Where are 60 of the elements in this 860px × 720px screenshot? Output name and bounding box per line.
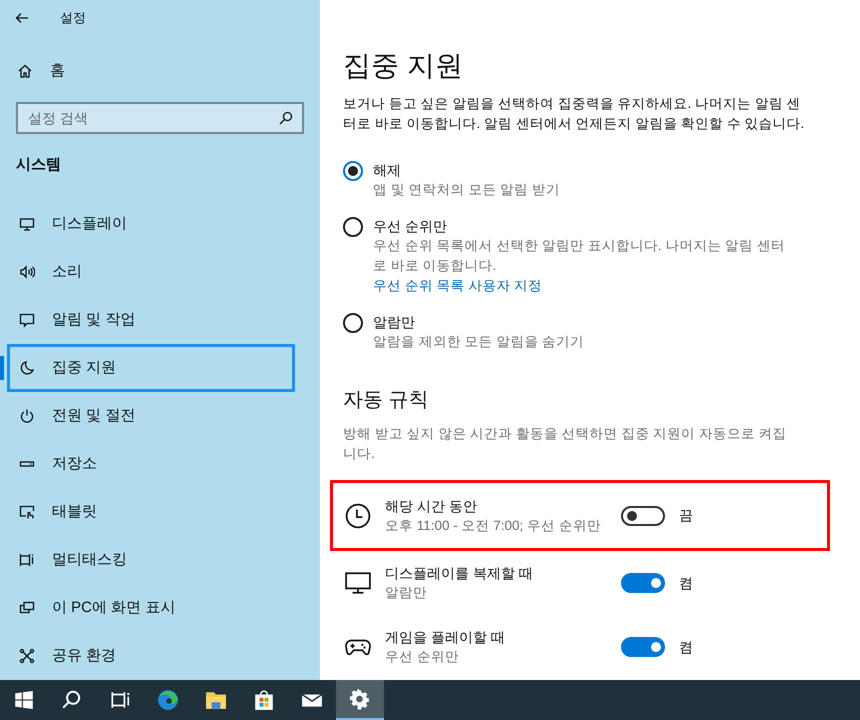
taskbar-button[interactable]: [336, 680, 384, 720]
monitor-icon: [345, 570, 371, 596]
page-description: 보거나 듣고 싶은 알림을 선택하여 집중력을 유지하세요. 나머지는 알림 센터로 바로 이동합니다. 알림 센터에서 언제든지 알림을 확인할 수 있습니다.: [343, 95, 806, 133]
moon-icon: [19, 360, 35, 376]
page-title: 집중 지원: [343, 49, 463, 83]
nav-item[interactable]: 공유 환경: [7, 632, 295, 680]
option-description: 알람을 제외한 모든 알림을 숨기기: [373, 333, 586, 351]
section-heading: 자동 규칙: [343, 388, 429, 413]
section-heading: 시스템: [15, 155, 62, 176]
screen-project-icon: [19, 600, 35, 616]
rule-label: 게임을 플레이할 때: [385, 628, 505, 647]
section-description: 방해 받고 싶지 않은 시간과 활동을 선택하면 집중 지원이 자동으로 켜집니다.: [343, 425, 788, 463]
windows-logo-icon: [13, 689, 35, 711]
power-icon: [19, 408, 35, 424]
nav-item[interactable]: 소리: [7, 248, 295, 296]
tablet-icon: [19, 504, 35, 520]
rule-label: 디스플레이를 복제할 때: [385, 564, 533, 583]
radio-button[interactable]: [343, 313, 363, 333]
shopping-bag-icon: [253, 689, 275, 711]
radio-label: 우선 순위만: [373, 217, 447, 236]
radio-label: 해제: [373, 161, 401, 180]
nav-item[interactable]: 전원 및 절전: [7, 392, 295, 440]
customize-link[interactable]: 우선 순위 목록 사용자 지정: [373, 276, 542, 296]
toggle-switch[interactable]: [621, 506, 665, 526]
nav-item[interactable]: 태블릿: [7, 488, 295, 536]
rule-detail: 우선 순위만: [385, 648, 459, 666]
speaker-icon: [19, 264, 35, 280]
search-icon: [61, 689, 83, 711]
search-icon: [278, 110, 294, 126]
home-icon: [17, 62, 33, 79]
option-description: 앱 및 연락처의 모든 알림 받기: [373, 181, 561, 199]
nav-item[interactable]: 알림 및 작업: [7, 296, 295, 344]
radio-label: 알람만: [373, 313, 415, 332]
monitor-icon: [19, 216, 35, 232]
selection-indicator: [0, 356, 4, 380]
option-description: 우선 순위 목록에서 선택한 알림만 표시합니다. 나머지는 알림 센터로 바로 이동합니다.: [373, 237, 786, 275]
network-icon: [19, 648, 35, 664]
nav-item[interactable]: 집중 지원: [7, 344, 295, 392]
nav-item[interactable]: 멀티태스킹: [7, 536, 295, 584]
browser-icon: [157, 689, 179, 711]
rule-detail: 알람만: [385, 584, 427, 602]
gear-icon: [349, 688, 371, 710]
toggle-state: 끔: [679, 506, 693, 525]
search-field[interactable]: 설정 검색: [16, 102, 304, 134]
speech-bubble-icon: [19, 312, 35, 328]
window-title: 설정: [60, 8, 86, 27]
toggle-switch[interactable]: [621, 573, 665, 593]
rule-detail: 오후 11:00 - 오전 7:00; 우선 순위만: [385, 516, 601, 534]
rule-label: 해당 시간 동안: [385, 496, 477, 516]
clock-icon: [345, 502, 371, 528]
home-nav-item[interactable]: 홈: [0, 47, 320, 94]
toggle-state: 켬: [679, 574, 693, 592]
toggle-switch[interactable]: [621, 637, 665, 657]
radio-button[interactable]: [343, 217, 363, 237]
multitask-icon: [19, 552, 35, 568]
nav-item[interactable]: 이 PC에 화면 표시: [7, 584, 295, 632]
toggle-state: 켬: [679, 638, 693, 656]
nav-item[interactable]: 저장소: [7, 440, 295, 488]
nav-item[interactable]: 디스플레이: [7, 200, 295, 248]
radio-button[interactable]: [343, 161, 363, 181]
